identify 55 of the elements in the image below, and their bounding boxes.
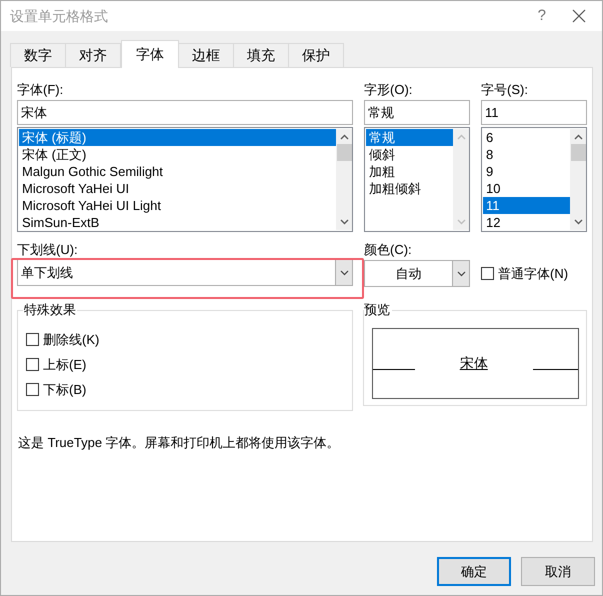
tab[interactable]: 对齐 (65, 43, 121, 67)
list-item[interactable]: 10 (483, 180, 570, 197)
scroll-up-icon[interactable] (574, 134, 582, 140)
checkbox-label: 上标(E) (43, 356, 86, 374)
dropdown[interactable]: 自动 (364, 260, 470, 287)
window-title: 设置单元格格式 (10, 6, 109, 26)
scrollbar-thumb[interactable] (336, 144, 352, 161)
list-item[interactable]: 8 (483, 146, 570, 163)
checkbox-label: 下标(B) (43, 380, 86, 399)
group-title: 特殊效果 (23, 302, 77, 317)
close-icon[interactable] (572, 9, 586, 23)
group-title: 预览 (364, 302, 392, 317)
list-item[interactable]: 11 (483, 197, 570, 214)
field-label: 字形(O): (364, 82, 414, 97)
caret-icon[interactable] (452, 261, 469, 286)
text-field[interactable]: 11 (481, 100, 587, 125)
list-item[interactable]: 宋体 (标题) (19, 129, 336, 146)
scroll-down-icon[interactable] (340, 219, 348, 225)
checkbox[interactable] (26, 333, 39, 346)
checkbox[interactable] (26, 358, 39, 371)
list-item[interactable]: 6 (483, 129, 570, 146)
checkbox-label: 删除线(K) (43, 330, 100, 349)
text-field[interactable]: 宋体 (17, 100, 353, 125)
scrollbar-thumb[interactable] (570, 144, 586, 161)
list-item[interactable]: 9 (483, 163, 570, 180)
preview-text: 宋体 (458, 354, 489, 373)
checkbox[interactable] (481, 267, 494, 280)
checkbox-label: 普通字体(N) (498, 264, 568, 283)
help-button[interactable]: ? (538, 4, 546, 28)
list-item[interactable]: Microsoft YaHei UI Light (19, 197, 336, 214)
tab[interactable]: 数字 (10, 43, 66, 67)
list-item[interactable]: 加粗倾斜 (366, 180, 453, 197)
list-item[interactable]: Malgun Gothic Semilight (19, 163, 336, 180)
list-item[interactable]: 12 (483, 214, 570, 230)
list-item[interactable]: 常规 (366, 129, 453, 146)
list-item[interactable]: 倾斜 (366, 146, 453, 163)
field-label: 字体(F): (17, 82, 64, 97)
list-item[interactable]: SimSun-ExtB (19, 214, 336, 230)
text-field[interactable]: 常规 (364, 100, 470, 125)
field-label: 下划线(U): (17, 242, 78, 257)
list-item[interactable]: Microsoft YaHei UI (19, 180, 336, 197)
field-label: 字号(S): (481, 82, 529, 97)
list-item[interactable]: 加粗 (366, 163, 453, 180)
tab[interactable]: 字体 (121, 40, 179, 68)
scroll-down-icon[interactable] (574, 219, 582, 225)
field-label: 颜色(C): (364, 242, 413, 257)
dialog-button[interactable]: 取消 (521, 557, 595, 586)
dialog-button[interactable]: 确定 (437, 557, 511, 586)
checkbox[interactable] (26, 383, 39, 396)
list-item[interactable]: 宋体 (正文) (19, 146, 336, 163)
tab[interactable]: 保护 (288, 43, 344, 67)
caret-icon[interactable] (335, 260, 352, 285)
info-text: 这是 TrueType 字体。屏幕和打印机上都将使用该字体。 (18, 434, 340, 452)
scroll-up-icon[interactable] (340, 134, 348, 140)
dropdown[interactable]: 单下划线 (17, 259, 353, 286)
